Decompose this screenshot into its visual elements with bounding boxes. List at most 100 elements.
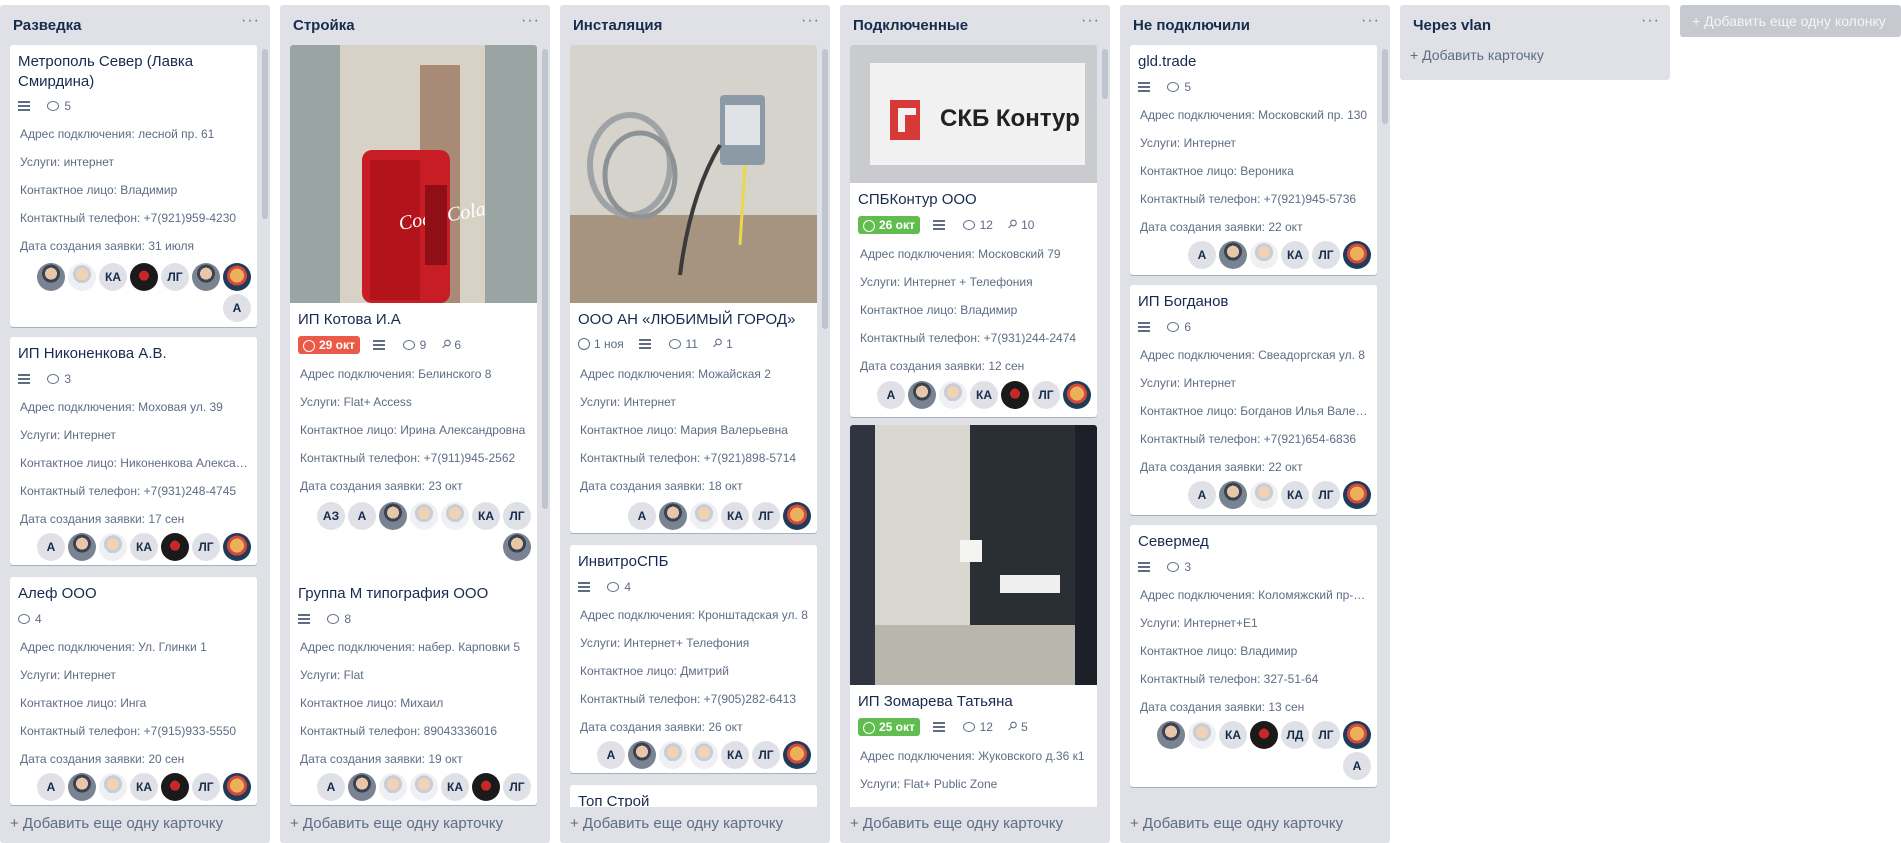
avatar[interactable]: А: [628, 502, 656, 530]
add-card-button[interactable]: + Добавить еще одну карточку: [850, 815, 1063, 832]
avatar[interactable]: [659, 502, 687, 530]
avatar[interactable]: [223, 263, 251, 291]
avatar[interactable]: [659, 741, 687, 769]
avatar[interactable]: ЛГ: [1032, 381, 1060, 409]
card-nikonenkova[interactable]: ИП Никоненкова А.В. 3 Адрес подключения:…: [10, 337, 257, 565]
avatar[interactable]: КА: [441, 773, 469, 801]
scrollbar[interactable]: [1102, 49, 1108, 99]
avatar[interactable]: [1188, 721, 1216, 749]
card-top-stroy[interactable]: Топ Строй: [570, 785, 817, 807]
avatar[interactable]: [379, 773, 407, 801]
list-title[interactable]: Через vlan: [1413, 17, 1491, 34]
avatar[interactable]: [99, 773, 127, 801]
list-menu-icon[interactable]: ···: [1081, 13, 1100, 29]
add-card-button[interactable]: + Добавить еще одну карточку: [10, 815, 223, 832]
avatar[interactable]: А: [1188, 241, 1216, 269]
avatar[interactable]: [99, 533, 127, 561]
avatar[interactable]: [410, 773, 438, 801]
avatar[interactable]: КА: [130, 533, 158, 561]
due-date-badge[interactable]: 29 окт: [298, 336, 360, 354]
avatar[interactable]: А: [877, 381, 905, 409]
avatar[interactable]: [223, 533, 251, 561]
avatar[interactable]: КА: [721, 502, 749, 530]
avatar[interactable]: ЛГ: [503, 773, 531, 801]
avatar[interactable]: КА: [721, 741, 749, 769]
list-menu-icon[interactable]: ···: [1641, 13, 1660, 29]
due-date[interactable]: 1 ноя: [594, 337, 624, 351]
card-gld-trade[interactable]: gld.trade 5 Адрес подключения: Московски…: [1130, 45, 1377, 275]
due-date-badge[interactable]: 25 окт: [858, 718, 920, 736]
avatar[interactable]: [1219, 481, 1247, 509]
avatar[interactable]: ЛГ: [1312, 481, 1340, 509]
card-metropol[interactable]: Метрополь Север (Лавка Смирдина) 5 Адрес…: [10, 45, 257, 327]
avatar[interactable]: [1157, 721, 1185, 749]
scrollbar[interactable]: [542, 49, 548, 509]
list-title[interactable]: Разведка: [13, 17, 82, 34]
card-severmed[interactable]: Севермед 3 Адрес подключения: Коломяжски…: [1130, 525, 1377, 787]
card-kotova[interactable]: Coca-Cola ИП Котова И.А 29 окт 9 ⚲6 Адре…: [290, 45, 537, 583]
avatar[interactable]: [939, 381, 967, 409]
avatar[interactable]: А: [37, 773, 65, 801]
list-menu-icon[interactable]: ···: [1361, 13, 1380, 29]
scrollbar[interactable]: [1382, 49, 1388, 124]
avatar[interactable]: [68, 533, 96, 561]
avatar[interactable]: КА: [130, 773, 158, 801]
avatar[interactable]: А: [348, 502, 376, 530]
avatar[interactable]: ЛГ: [503, 502, 531, 530]
avatar[interactable]: КА: [99, 263, 127, 291]
avatar[interactable]: [690, 502, 718, 530]
add-card-button[interactable]: + Добавить карточку: [1410, 47, 1544, 63]
avatar[interactable]: [908, 381, 936, 409]
avatar[interactable]: АЗ: [317, 502, 345, 530]
avatar[interactable]: КА: [970, 381, 998, 409]
avatar[interactable]: А: [1343, 752, 1371, 780]
avatar[interactable]: [1219, 241, 1247, 269]
avatar[interactable]: [348, 773, 376, 801]
card-alef[interactable]: Алеф ООО 4 Адрес подключения: Ул. Глинки…: [10, 577, 257, 805]
add-card-button[interactable]: + Добавить еще одну карточку: [1130, 815, 1343, 832]
avatar[interactable]: [1250, 241, 1278, 269]
due-date-badge[interactable]: 26 окт: [858, 216, 920, 234]
avatar[interactable]: [628, 741, 656, 769]
list-title[interactable]: Не подключили: [1133, 17, 1250, 34]
avatar[interactable]: А: [223, 294, 251, 322]
avatar[interactable]: КА: [1281, 241, 1309, 269]
card-zomareva[interactable]: ИП Зомарева Татьяна 25 окт 12 ⚲5 Адрес п…: [850, 425, 1097, 807]
list-title[interactable]: Инсталяция: [573, 17, 662, 34]
avatar[interactable]: [37, 263, 65, 291]
avatar[interactable]: [783, 741, 811, 769]
avatar[interactable]: [1343, 481, 1371, 509]
add-list-button[interactable]: + Добавить еще одну колонку: [1680, 5, 1901, 37]
scrollbar[interactable]: [822, 49, 828, 329]
card-lyubimy-gorod[interactable]: ООО АН «ЛЮБИМЫЙ ГОРОД» 1 ноя 11 ⚲1 Адрес…: [570, 45, 817, 533]
avatar[interactable]: [690, 741, 718, 769]
avatar[interactable]: [1250, 481, 1278, 509]
list-menu-icon[interactable]: ···: [801, 13, 820, 29]
avatar[interactable]: [410, 502, 438, 530]
avatar[interactable]: [472, 773, 500, 801]
avatar[interactable]: [1250, 721, 1278, 749]
avatar[interactable]: [223, 773, 251, 801]
avatar[interactable]: А: [597, 741, 625, 769]
avatar[interactable]: ЛГ: [192, 773, 220, 801]
avatar[interactable]: ЛГ: [161, 263, 189, 291]
card-invitro[interactable]: ИнвитроСПБ 4 Адрес подключения: Кронштад…: [570, 545, 817, 773]
avatar[interactable]: ЛГ: [752, 502, 780, 530]
avatar[interactable]: ЛГ: [1312, 721, 1340, 749]
avatar[interactable]: [161, 773, 189, 801]
avatar[interactable]: ЛГ: [1312, 241, 1340, 269]
avatar[interactable]: КА: [1219, 721, 1247, 749]
card-spbkontur[interactable]: СКБ Контур СПБКонтур ООО 26 окт 12 ⚲10 А…: [850, 45, 1097, 417]
avatar[interactable]: [441, 502, 469, 530]
avatar[interactable]: [1063, 381, 1091, 409]
avatar[interactable]: А: [37, 533, 65, 561]
avatar[interactable]: [1343, 241, 1371, 269]
list-title[interactable]: Подключенные: [853, 17, 968, 34]
avatar[interactable]: [503, 533, 531, 561]
avatar[interactable]: А: [317, 773, 345, 801]
avatar[interactable]: [1001, 381, 1029, 409]
avatar[interactable]: [161, 533, 189, 561]
avatar[interactable]: [68, 773, 96, 801]
avatar[interactable]: А: [1188, 481, 1216, 509]
avatar[interactable]: [379, 502, 407, 530]
